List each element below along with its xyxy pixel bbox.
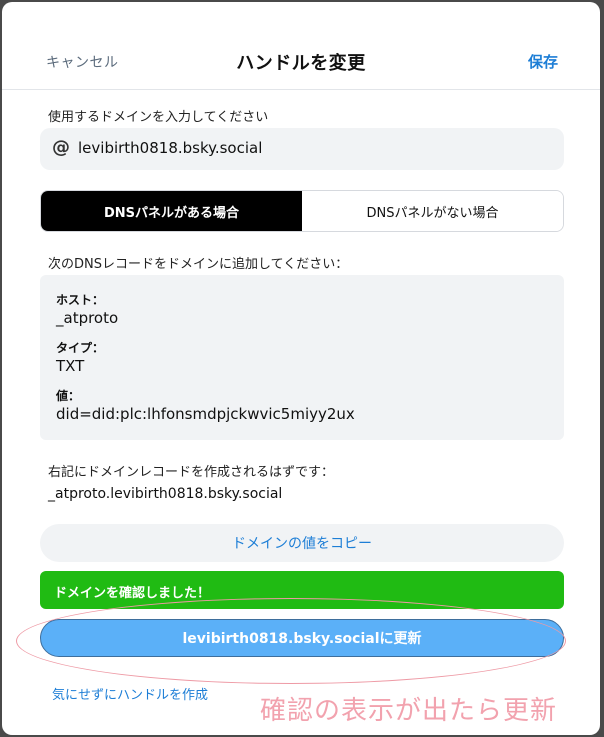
- domain-input-value[interactable]: levibirth0818.bsky.social: [78, 139, 262, 157]
- domain-input-label: 使用するドメインを入力してください: [48, 110, 269, 125]
- domain-input[interactable]: @ levibirth0818.bsky.social: [40, 128, 564, 170]
- page-title: ハンドルを変更: [236, 53, 366, 74]
- value-value: did=did:plc:lhfonsmdpjckwvic5miyy2ux: [56, 405, 355, 423]
- at-icon: @: [52, 137, 70, 158]
- update-handle-button[interactable]: levibirth0818.bsky.socialに更新: [40, 619, 564, 657]
- dns-record-instruction: 次のDNSレコードをドメインに追加してください：: [48, 257, 349, 272]
- type-label: タイプ：: [56, 341, 105, 355]
- dns-record-box: ホスト： _atproto タイプ： TXT 値： did=did:plc:lh…: [40, 275, 564, 440]
- value-label: 値：: [56, 389, 81, 403]
- expected-record-label: 右記にドメインレコードを作成されるはずです：: [48, 465, 335, 480]
- tab-no-dns-panel[interactable]: DNSパネルがない場合: [302, 191, 563, 231]
- tab-has-dns-panel[interactable]: DNSパネルがある場合: [41, 191, 302, 231]
- host-value: _atproto: [56, 309, 119, 327]
- dns-panel-tabs: DNSパネルがある場合 DNSパネルがない場合: [40, 190, 564, 232]
- type-value: TXT: [56, 357, 85, 375]
- domain-verified-banner: ドメインを確認しました！: [40, 571, 564, 609]
- modal-header: キャンセル ハンドルを変更 保存: [2, 2, 600, 90]
- annotation-text: 確認の表示が出たら更新: [260, 696, 558, 726]
- change-handle-modal: キャンセル ハンドルを変更 保存 使用するドメインを入力してください @ lev…: [2, 2, 600, 735]
- expected-record-value: _atproto.levibirth0818.bsky.social: [48, 486, 283, 502]
- save-button[interactable]: 保存: [528, 51, 558, 72]
- host-label: ホスト：: [56, 293, 105, 307]
- create-handle-anyway-link[interactable]: 気にせずにハンドルを作成: [52, 684, 208, 703]
- copy-domain-value-button[interactable]: ドメインの値をコピー: [40, 524, 564, 562]
